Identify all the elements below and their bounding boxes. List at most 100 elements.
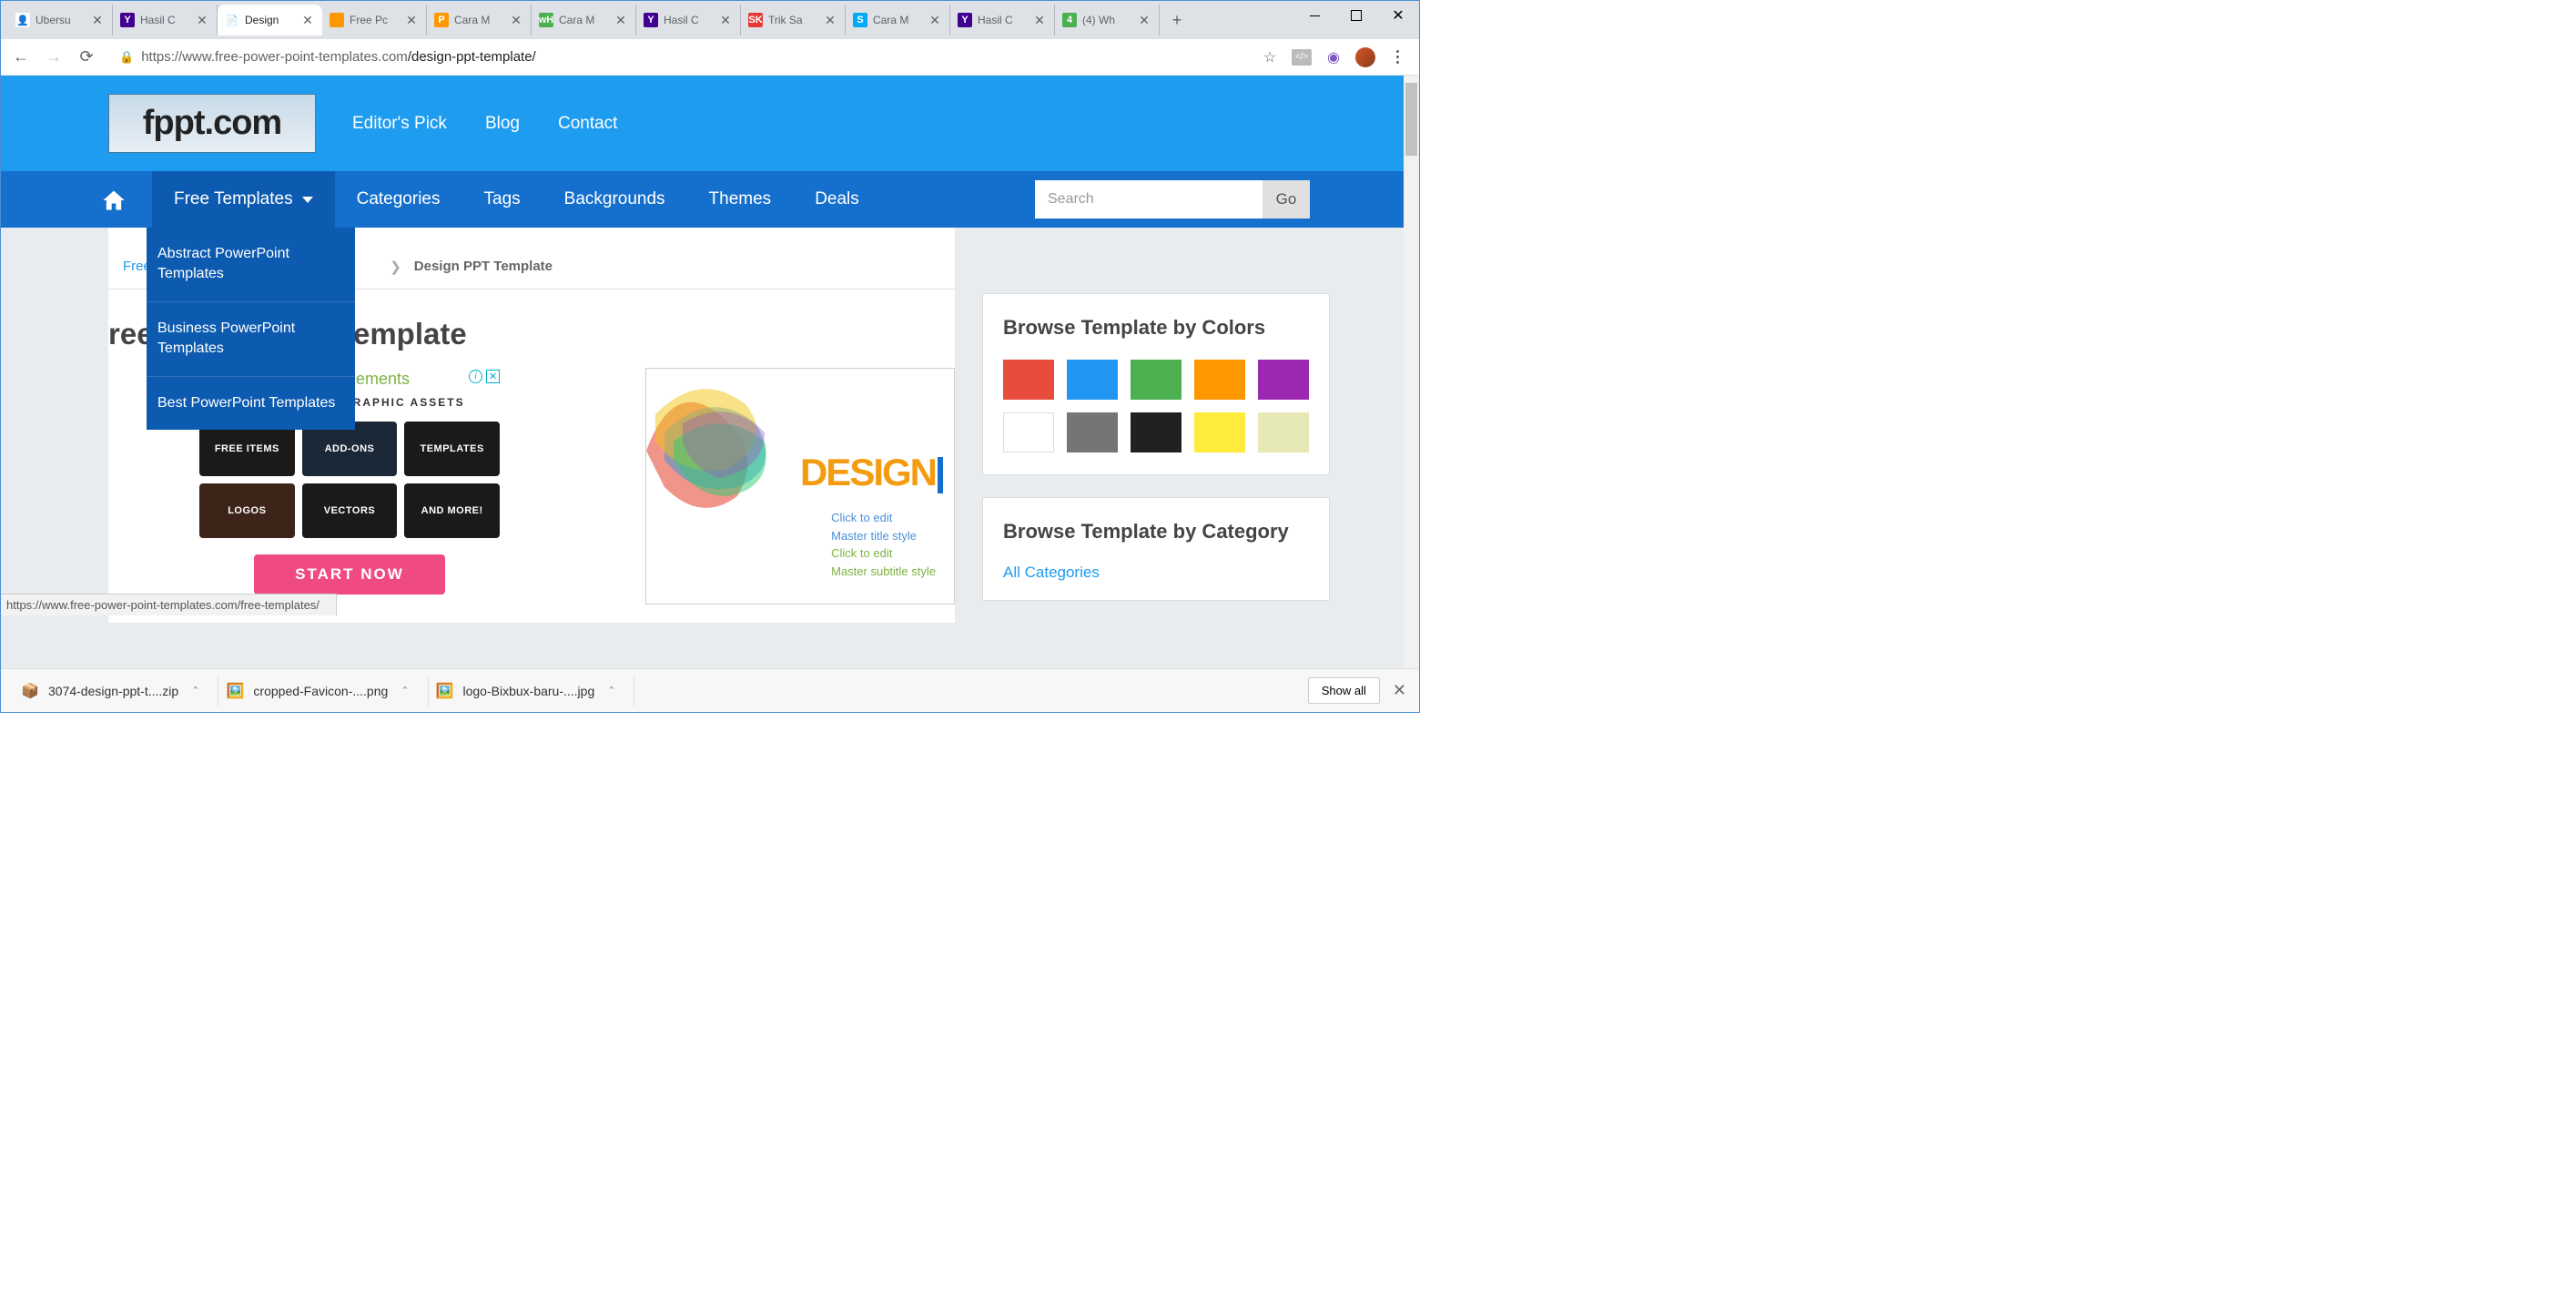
- tab-close-icon[interactable]: ✕: [1032, 13, 1047, 27]
- chevron-up-icon[interactable]: ⌃: [191, 685, 199, 696]
- home-icon[interactable]: [101, 188, 127, 211]
- tab-close-icon[interactable]: ✕: [928, 13, 942, 27]
- top-link[interactable]: Contact: [558, 114, 617, 134]
- back-button[interactable]: ←: [10, 46, 32, 68]
- download-item[interactable]: 🖼️cropped-Favicon-....png⌃: [218, 676, 428, 706]
- reload-button[interactable]: ⟳: [76, 46, 97, 68]
- all-categories-link[interactable]: All Categories: [1003, 564, 1309, 582]
- top-link[interactable]: Blog: [485, 114, 520, 134]
- ad-tile[interactable]: ADD-ONS: [302, 422, 398, 476]
- color-swatch[interactable]: [1194, 360, 1245, 400]
- star-icon[interactable]: ☆: [1261, 48, 1279, 66]
- nav-free-templates[interactable]: Free Templates: [152, 171, 335, 228]
- ad-close-icon[interactable]: ✕: [486, 370, 500, 383]
- color-swatch[interactable]: [1067, 360, 1118, 400]
- tab-title: Hasil C: [664, 14, 713, 26]
- menu-button[interactable]: [1388, 48, 1406, 66]
- site-header: fppt.com Editor's Pick Blog Contact: [1, 76, 1419, 171]
- url-text: https://www.free-power-point-templates.c…: [141, 49, 536, 65]
- top-link[interactable]: Editor's Pick: [352, 114, 447, 134]
- ad-tile[interactable]: VECTORS: [302, 483, 398, 538]
- color-swatch[interactable]: [1258, 412, 1309, 452]
- color-swatch[interactable]: [1131, 360, 1182, 400]
- new-tab-button[interactable]: +: [1163, 6, 1191, 34]
- browser-tab[interactable]: Free Pc✕: [322, 5, 427, 36]
- browser-tab[interactable]: SK Trik Sa ✕: [741, 5, 846, 36]
- download-filename: 3074-design-ppt-t....zip: [48, 684, 178, 698]
- tab-favicon: SK: [748, 13, 763, 27]
- browser-tab[interactable]: 📄Design✕: [218, 5, 322, 36]
- color-swatch[interactable]: [1131, 412, 1182, 452]
- tab-close-icon[interactable]: ✕: [1137, 13, 1151, 27]
- template-preview[interactable]: DESIGN Click to edit Master title style …: [645, 368, 955, 605]
- ad-tile[interactable]: LOGOS: [199, 483, 295, 538]
- nav-backgrounds[interactable]: Backgrounds: [543, 171, 687, 228]
- ad-tile[interactable]: TEMPLATES: [404, 422, 500, 476]
- breadcrumb-current: Design PPT Template: [414, 259, 553, 274]
- search-go-button[interactable]: Go: [1263, 180, 1310, 219]
- browser-tab[interactable]: 👤Ubersu✕: [8, 5, 113, 36]
- tab-close-icon[interactable]: ✕: [823, 13, 837, 27]
- chevron-up-icon[interactable]: ⌃: [607, 685, 615, 696]
- show-all-downloads-button[interactable]: Show all: [1308, 677, 1380, 704]
- nav-tags[interactable]: Tags: [462, 171, 543, 228]
- sidebar: Browse Template by Colors Browse Templat…: [982, 228, 1330, 623]
- url-box[interactable]: 🔒 https://www.free-power-point-templates…: [108, 44, 1250, 71]
- search-form: Go: [1035, 180, 1310, 219]
- ad-info-icon[interactable]: i: [469, 370, 482, 383]
- extension-icon[interactable]: ◉: [1324, 48, 1343, 66]
- window-controls: ✕: [1293, 1, 1419, 30]
- file-icon: 📦: [21, 682, 39, 700]
- tab-strip: 👤Ubersu✕YHasil C✕📄Design✕Free Pc✕PCara M…: [1, 1, 1419, 39]
- ad-tile[interactable]: AND MORE!: [404, 483, 500, 538]
- minimize-button[interactable]: [1293, 1, 1335, 30]
- tab-favicon: [330, 13, 344, 27]
- color-swatch[interactable]: [1067, 412, 1118, 452]
- downloads-bar: 📦3074-design-ppt-t....zip⌃🖼️cropped-Favi…: [1, 668, 1419, 712]
- browser-tab[interactable]: YHasil C✕: [113, 5, 218, 36]
- download-filename: logo-Bixbux-baru-....jpg: [463, 684, 595, 698]
- color-swatch[interactable]: [1194, 412, 1245, 452]
- browser-tab[interactable]: PCara M✕: [427, 5, 532, 36]
- ad-tile[interactable]: FREE ITEMS: [199, 422, 295, 476]
- nav-deals[interactable]: Deals: [793, 171, 881, 228]
- browser-tab[interactable]: Y Hasil C ✕: [636, 5, 741, 36]
- close-window-button[interactable]: ✕: [1377, 1, 1419, 30]
- browser-tab[interactable]: wHCara M✕: [532, 5, 636, 36]
- ad-cta-button[interactable]: START NOW: [254, 554, 445, 595]
- close-downloads-bar-button[interactable]: ✕: [1393, 681, 1406, 700]
- browser-tab[interactable]: 4(4) Wh✕: [1055, 5, 1160, 36]
- tab-close-icon[interactable]: ✕: [195, 13, 209, 27]
- browser-tab[interactable]: SCara M✕: [846, 5, 950, 36]
- tab-title: Trik Sa: [768, 14, 817, 26]
- devtools-icon[interactable]: </>: [1292, 49, 1312, 66]
- preview-design-text: DESIGN: [800, 451, 943, 494]
- tab-close-icon[interactable]: ✕: [90, 13, 105, 27]
- tab-close-icon[interactable]: ✕: [404, 13, 419, 27]
- file-icon: 🖼️: [436, 682, 454, 700]
- nav-categories[interactable]: Categories: [335, 171, 462, 228]
- forward-button[interactable]: →: [43, 46, 65, 68]
- dropdown-item[interactable]: Business PowerPoint Templates: [147, 302, 355, 377]
- color-swatch[interactable]: [1258, 360, 1309, 400]
- tab-close-icon[interactable]: ✕: [509, 13, 523, 27]
- download-item[interactable]: 📦 3074-design-ppt-t....zip ⌃: [14, 676, 218, 706]
- tab-favicon: Y: [644, 13, 658, 27]
- tab-favicon: 📄: [225, 13, 239, 27]
- chevron-up-icon[interactable]: ⌃: [401, 685, 409, 696]
- profile-avatar[interactable]: [1355, 47, 1375, 67]
- logo[interactable]: fppt.com: [108, 94, 316, 153]
- color-swatch[interactable]: [1003, 412, 1054, 452]
- tab-close-icon[interactable]: ✕: [300, 13, 315, 27]
- browser-tab[interactable]: YHasil C✕: [950, 5, 1055, 36]
- nav-themes[interactable]: Themes: [687, 171, 794, 228]
- color-swatch[interactable]: [1003, 360, 1054, 400]
- search-input[interactable]: [1035, 180, 1263, 219]
- tab-title: Cara M: [559, 14, 608, 26]
- download-item[interactable]: 🖼️ logo-Bixbux-baru-....jpg ⌃: [429, 676, 635, 706]
- tab-close-icon[interactable]: ✕: [614, 13, 628, 27]
- dropdown-item[interactable]: Best PowerPoint Templates: [147, 377, 355, 430]
- maximize-button[interactable]: [1335, 1, 1377, 30]
- dropdown-item[interactable]: Abstract PowerPoint Templates: [147, 228, 355, 302]
- tab-close-icon[interactable]: ✕: [718, 13, 733, 27]
